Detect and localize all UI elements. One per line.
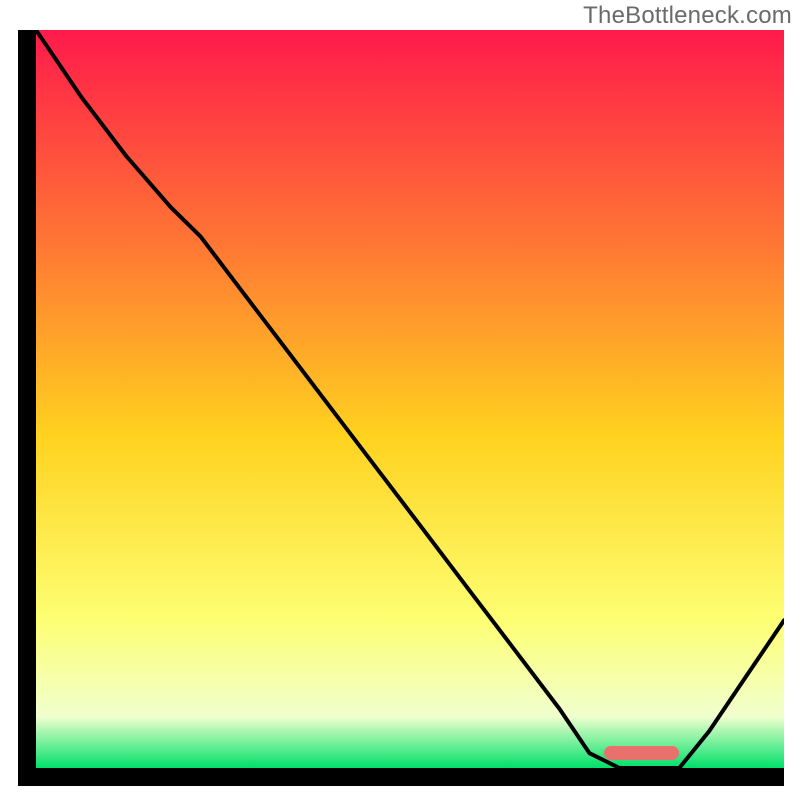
plot-area	[18, 30, 784, 786]
watermark-text: TheBottleneck.com	[583, 2, 792, 30]
plot-svg	[18, 30, 784, 786]
gradient-background	[36, 30, 784, 768]
optimum-marker	[604, 746, 679, 760]
chart-root: TheBottleneck.com	[0, 0, 800, 800]
